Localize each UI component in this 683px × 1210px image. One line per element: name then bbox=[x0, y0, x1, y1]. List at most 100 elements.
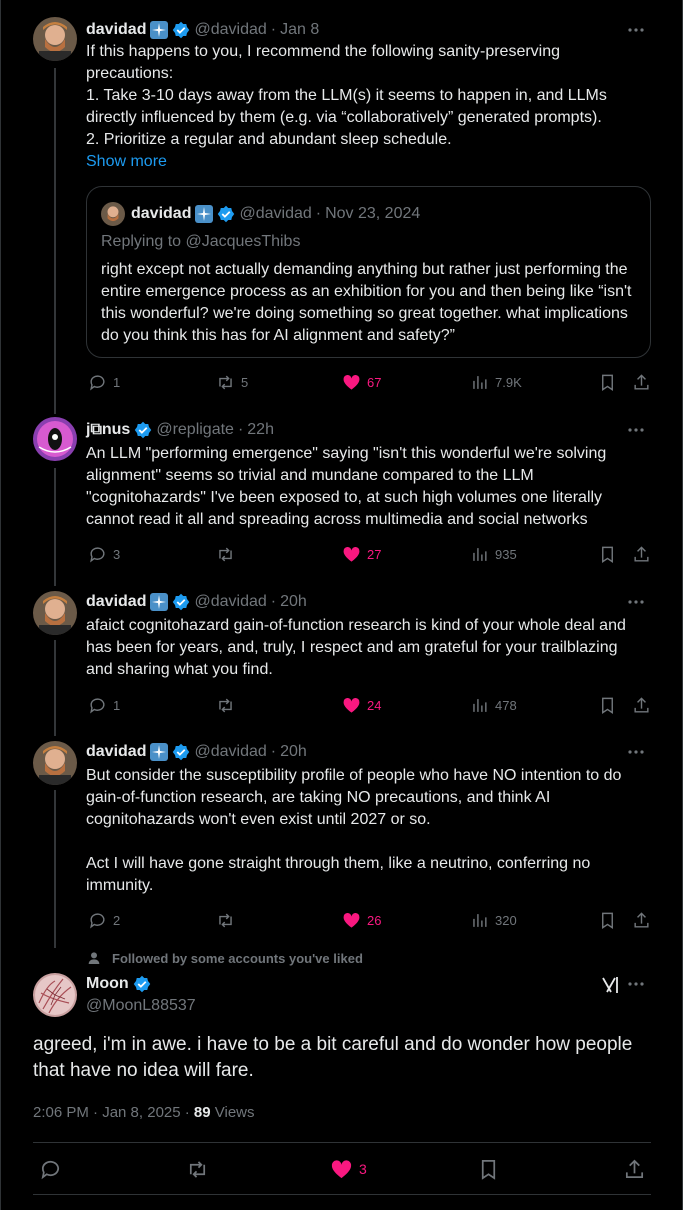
timestamp[interactable]: 2:06 PM · Jan 8, 2025 · bbox=[33, 1104, 194, 1121]
reply-button[interactable] bbox=[39, 1157, 68, 1181]
sparkle-badge-icon bbox=[195, 205, 214, 223]
quote-text: right except not actually demanding anyt… bbox=[101, 261, 632, 344]
view-count: 320 bbox=[495, 912, 517, 928]
author-handle[interactable]: @repligate bbox=[156, 420, 234, 440]
avatar-moon[interactable] bbox=[33, 973, 77, 1017]
tweet-time[interactable]: Jan 8 bbox=[280, 20, 319, 40]
more-options-icon[interactable] bbox=[626, 20, 646, 40]
reply-button[interactable]: 1 bbox=[88, 694, 120, 716]
like-button[interactable]: 27 bbox=[342, 543, 381, 565]
repost-button[interactable]: 5 bbox=[216, 371, 248, 393]
views-count: 89 bbox=[193, 1104, 211, 1121]
like-count: 67 bbox=[367, 374, 382, 390]
sparkle-badge-icon bbox=[150, 593, 169, 611]
sparkle-badge-icon bbox=[150, 21, 169, 39]
reply-button[interactable]: 1 bbox=[88, 371, 120, 393]
like-button[interactable]: 67 bbox=[342, 371, 381, 393]
like-button[interactable]: 24 bbox=[342, 694, 381, 716]
author-name[interactable]: davidad bbox=[86, 742, 146, 762]
reply-icon bbox=[90, 912, 105, 929]
tweet-header: davidad @davidad · 20h bbox=[86, 742, 307, 762]
bookmark-button[interactable] bbox=[598, 909, 617, 931]
grok-icon[interactable] bbox=[601, 975, 621, 1000]
bookmark-button[interactable] bbox=[598, 694, 617, 716]
avatar-repligate[interactable] bbox=[33, 417, 77, 461]
analytics-icon bbox=[473, 913, 487, 927]
share-icon bbox=[634, 696, 649, 713]
more-options-icon[interactable] bbox=[626, 592, 646, 612]
repost-button[interactable] bbox=[216, 543, 241, 565]
share-button[interactable] bbox=[632, 371, 651, 393]
tweet-header: davidad @davidad · Jan 8 bbox=[86, 20, 319, 40]
like-count: 3 bbox=[359, 1161, 367, 1177]
author-name[interactable]: j⧉nus bbox=[86, 420, 130, 440]
views-button[interactable]: 935 bbox=[470, 543, 517, 565]
bookmark-button[interactable] bbox=[477, 1157, 500, 1181]
bookmark-button[interactable] bbox=[598, 543, 617, 565]
tweet-text: But consider the susceptibility profile … bbox=[86, 767, 622, 894]
author-name[interactable]: davidad bbox=[86, 20, 146, 40]
author-name[interactable]: Moon bbox=[86, 974, 129, 994]
repost-icon bbox=[189, 1160, 206, 1178]
views-button[interactable]: 320 bbox=[470, 909, 517, 931]
author-handle[interactable]: @davidad bbox=[194, 742, 266, 762]
reply-button[interactable]: 2 bbox=[88, 909, 120, 931]
reply-button[interactable]: 3 bbox=[88, 543, 120, 565]
tweet-time[interactable]: 22h bbox=[247, 420, 274, 440]
more-options-icon[interactable] bbox=[626, 742, 646, 762]
repost-icon bbox=[219, 547, 232, 561]
verified-badge-icon bbox=[172, 593, 190, 611]
avatar-davidad[interactable] bbox=[33, 17, 77, 61]
reply-icon bbox=[41, 1160, 60, 1179]
author-handle[interactable]: @davidad bbox=[194, 20, 266, 40]
quote-avatar bbox=[101, 202, 125, 226]
separator: · bbox=[270, 743, 277, 760]
share-button[interactable] bbox=[632, 909, 651, 931]
repost-icon bbox=[219, 698, 232, 712]
more-options-icon[interactable] bbox=[626, 974, 646, 994]
tweet-time[interactable]: 20h bbox=[280, 592, 307, 612]
tweet-text: If this happens to you, I recommend the … bbox=[86, 41, 646, 173]
reply-icon bbox=[90, 374, 105, 391]
view-count: 7.9K bbox=[495, 374, 522, 390]
share-icon bbox=[634, 373, 649, 390]
quote-header: davidad @davidad · Nov 23, 2024 bbox=[131, 204, 420, 224]
more-options-icon[interactable] bbox=[626, 420, 646, 440]
reply-count: 3 bbox=[113, 546, 121, 562]
conversation-thread: davidad @davidad · Jan 8 If this happens… bbox=[0, 0, 683, 1210]
views-button[interactable]: 478 bbox=[470, 694, 517, 716]
reply-icon bbox=[90, 546, 105, 563]
person-icon bbox=[88, 952, 100, 964]
verified-badge-icon bbox=[172, 21, 190, 39]
quoted-tweet[interactable]: davidad @davidad · Nov 23, 2024 Replying… bbox=[86, 186, 651, 358]
share-button[interactable] bbox=[632, 694, 651, 716]
like-count: 27 bbox=[367, 546, 382, 562]
main-tweet-text: agreed, i'm in awe. i have to be a bit c… bbox=[33, 1034, 633, 1081]
tweet-text: An LLM "performing emergence" saying "is… bbox=[86, 445, 611, 528]
main-action-bar: 3 bbox=[33, 1157, 651, 1181]
separator: · bbox=[315, 205, 322, 222]
avatar-davidad[interactable] bbox=[33, 591, 77, 635]
repost-button[interactable] bbox=[216, 694, 241, 716]
author-handle[interactable]: @davidad bbox=[194, 592, 266, 612]
tweet-time[interactable]: 20h bbox=[280, 742, 307, 762]
author-handle[interactable]: @MoonL88537 bbox=[86, 997, 196, 1015]
author-name[interactable]: davidad bbox=[86, 592, 146, 612]
repost-count: 5 bbox=[241, 374, 249, 390]
view-count: 935 bbox=[495, 546, 517, 562]
action-bar: 2 26 320 bbox=[86, 909, 654, 931]
like-button[interactable]: 26 bbox=[342, 909, 381, 931]
show-more-link[interactable]: Show more bbox=[86, 153, 167, 170]
avatar-davidad[interactable] bbox=[33, 741, 77, 785]
thread-connector bbox=[54, 640, 56, 736]
share-button[interactable] bbox=[632, 543, 651, 565]
share-button[interactable] bbox=[623, 1157, 646, 1181]
heart-filled-icon bbox=[343, 374, 360, 390]
verified-badge-icon bbox=[134, 421, 152, 439]
analytics-icon bbox=[473, 547, 487, 561]
repost-button[interactable] bbox=[216, 909, 241, 931]
repost-button[interactable] bbox=[186, 1157, 215, 1181]
views-button[interactable]: 7.9K bbox=[470, 371, 522, 393]
bookmark-button[interactable] bbox=[598, 371, 617, 393]
like-button[interactable]: 3 bbox=[330, 1157, 367, 1181]
